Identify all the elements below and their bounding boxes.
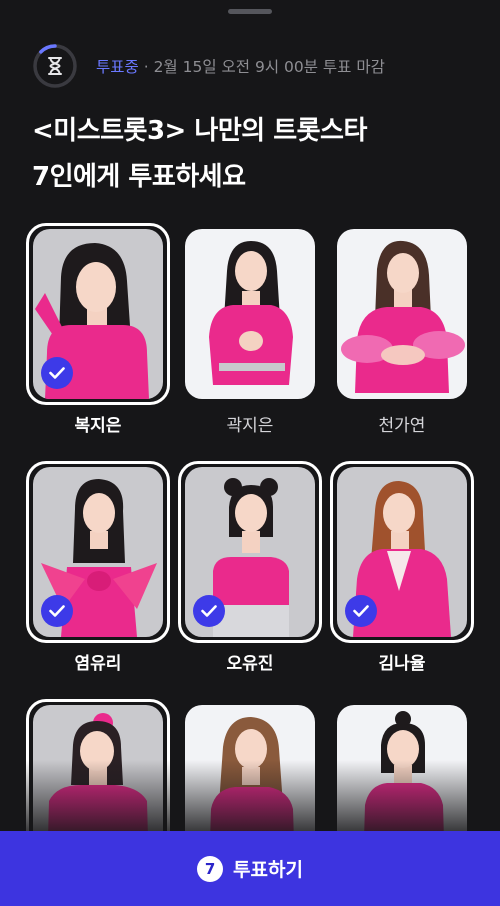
candidate-name: 곽지은: [226, 416, 274, 436]
selected-count-badge: 7: [197, 855, 224, 882]
candidate-card[interactable]: 곽지은: [178, 223, 322, 436]
candidate-photo: [337, 229, 467, 399]
candidate-photo: [337, 467, 467, 637]
hourglass-icon: [32, 43, 78, 89]
vote-button-label: 투표하기: [233, 859, 303, 881]
candidate-photo: [185, 467, 315, 637]
checkmark-icon: [345, 595, 377, 627]
candidate-photo: [33, 229, 163, 399]
candidate-card[interactable]: 천가연: [330, 223, 474, 436]
candidate-name: 복지은: [74, 416, 122, 436]
live-status-label: 투표중: [96, 58, 139, 76]
title-line-2: 7인에게 투표하세요: [32, 162, 246, 192]
candidate-photo: [33, 467, 163, 637]
candidate-name: 오유진: [226, 654, 274, 674]
status-text: 투표중 · 2월 15일 오전 9시 00분 투표 마감: [96, 55, 385, 77]
vote-button[interactable]: 7 투표하기: [0, 831, 500, 906]
checkmark-icon: [193, 595, 225, 627]
scroll-fade-overlay: [0, 760, 500, 832]
candidate-name: 김나율: [378, 654, 426, 674]
candidate-card[interactable]: 오유진: [178, 461, 322, 674]
candidate-card[interactable]: 염유리: [26, 461, 170, 674]
candidate-card[interactable]: 김나율: [330, 461, 474, 674]
voting-status: 투표중 · 2월 15일 오전 9시 00분 투표 마감: [32, 42, 385, 90]
candidate-name: 염유리: [74, 654, 122, 674]
title-line-1: <미스트롯3> 나만의 트롯스타: [32, 116, 367, 146]
checkmark-icon: [41, 357, 73, 389]
page-title: <미스트롯3> 나만의 트롯스타 7인에게 투표하세요: [32, 108, 367, 200]
candidate-photo: [185, 229, 315, 399]
candidate-card[interactable]: 복지은: [26, 223, 170, 436]
deadline-text: 2월 15일 오전 9시 00분 투표 마감: [153, 58, 385, 76]
candidate-name: 천가연: [378, 416, 426, 436]
status-separator: ·: [138, 58, 154, 76]
checkmark-icon: [41, 595, 73, 627]
sheet-drag-handle[interactable]: [228, 9, 272, 14]
